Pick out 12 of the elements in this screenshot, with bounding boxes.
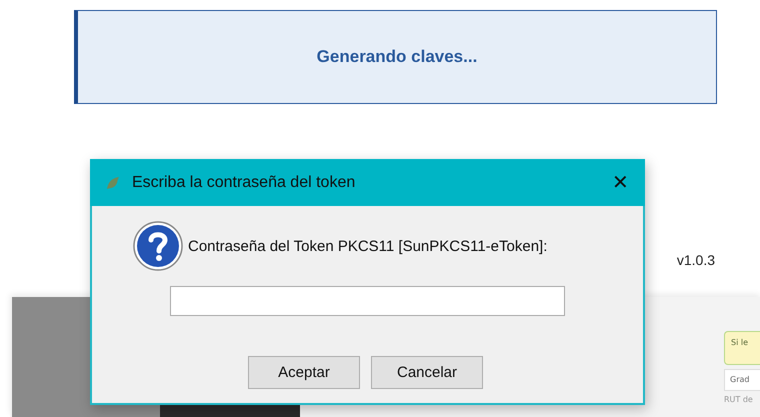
version-label: v1.0.3 bbox=[676, 252, 715, 269]
cancel-button[interactable]: Cancelar bbox=[371, 356, 483, 389]
field-label: RUT de bbox=[724, 395, 754, 404]
close-button[interactable]: ✕ bbox=[608, 170, 633, 195]
prompt-label: Contraseña del Token PKCS11 [SunPKCS11-eToken]: bbox=[188, 238, 548, 254]
accept-button[interactable]: Aceptar bbox=[248, 356, 360, 389]
status-text: Generando claves... bbox=[316, 47, 478, 67]
password-field[interactable] bbox=[170, 286, 565, 316]
background-field: Grad bbox=[724, 369, 760, 391]
dialog-title: Escriba la contraseña del token bbox=[132, 174, 356, 192]
question-icon bbox=[132, 220, 184, 272]
note-text: Si le bbox=[724, 331, 760, 365]
